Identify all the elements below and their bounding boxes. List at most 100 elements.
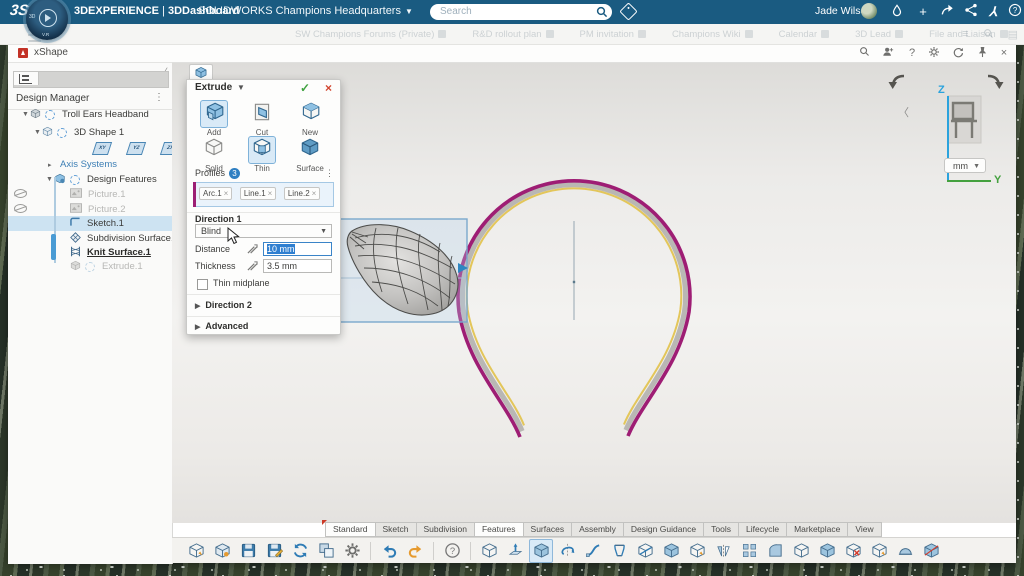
chip-close-icon[interactable]: × bbox=[268, 189, 273, 198]
delete-face-icon[interactable] bbox=[841, 539, 865, 563]
draft-icon[interactable] bbox=[789, 539, 813, 563]
undo-icon[interactable] bbox=[377, 539, 401, 563]
triad-y-axis[interactable] bbox=[947, 180, 991, 182]
thin-midplane-checkbox[interactable] bbox=[197, 279, 208, 290]
confirm-button[interactable]: ✓ bbox=[300, 81, 310, 95]
dashboard-tab[interactable]: PM invitation bbox=[580, 29, 646, 40]
profile-chip[interactable]: Line.1× bbox=[240, 187, 276, 200]
advanced-section[interactable]: ▶Advanced bbox=[195, 321, 248, 331]
expander-icon[interactable]: ▼ bbox=[22, 111, 30, 118]
measure-icon[interactable] bbox=[247, 243, 258, 254]
refresh-icon[interactable] bbox=[950, 46, 966, 60]
surface-cube-icon[interactable] bbox=[659, 539, 683, 563]
tree-item-3dshape[interactable]: ▼ 3D Shape 1 bbox=[8, 125, 198, 140]
share-icon[interactable] bbox=[184, 539, 208, 563]
mirror-icon[interactable] bbox=[711, 539, 735, 563]
tab-lifecycle[interactable]: Lifecycle bbox=[739, 522, 787, 537]
export-icon[interactable] bbox=[210, 539, 234, 563]
expander-icon[interactable]: ▼ bbox=[34, 129, 42, 136]
offset-surface-icon[interactable] bbox=[685, 539, 709, 563]
loft-icon[interactable] bbox=[607, 539, 631, 563]
save-as-icon[interactable] bbox=[262, 539, 286, 563]
rotate-left-icon[interactable] bbox=[886, 72, 908, 92]
dome-icon[interactable] bbox=[893, 539, 917, 563]
share-user-icon[interactable] bbox=[880, 46, 896, 60]
global-search-input[interactable]: Search bbox=[430, 4, 612, 20]
dashboard-selector[interactable]: SOLIDWORKS Champions Headquarters▼ bbox=[198, 5, 413, 17]
revolve-icon[interactable] bbox=[555, 539, 579, 563]
tab-view[interactable]: View bbox=[848, 522, 881, 537]
extrude-from-sketch-icon[interactable] bbox=[503, 539, 527, 563]
collaborate-icon[interactable] bbox=[962, 3, 980, 21]
mode-new-button[interactable]: New bbox=[289, 100, 331, 137]
view-panel-collapse-icon[interactable]: 〈 bbox=[898, 104, 909, 120]
mode-cut-button[interactable]: Cut bbox=[241, 100, 283, 137]
search-icon[interactable] bbox=[596, 6, 608, 18]
redo-icon[interactable] bbox=[403, 539, 427, 563]
mode-add-button[interactable]: Add bbox=[193, 100, 235, 137]
settings-gear-icon[interactable] bbox=[926, 46, 942, 60]
refresh-icon[interactable] bbox=[288, 539, 312, 563]
sweep-icon[interactable] bbox=[581, 539, 605, 563]
shell-icon[interactable] bbox=[815, 539, 839, 563]
3dexperience-compass[interactable]: 3D V.R bbox=[26, 0, 68, 40]
cancel-button[interactable]: × bbox=[325, 81, 332, 95]
dashboard-tab[interactable]: Calendar bbox=[779, 29, 830, 40]
tab-sketch[interactable]: Sketch bbox=[376, 522, 417, 537]
close-icon[interactable]: × bbox=[996, 46, 1012, 60]
add-content-icon[interactable]: + bbox=[914, 3, 932, 21]
expander-icon[interactable]: ▸ bbox=[48, 161, 56, 169]
plane-xy-icon[interactable]: XY bbox=[92, 142, 112, 155]
tab-subdivision[interactable]: Subdivision bbox=[417, 522, 475, 537]
tree-item-root[interactable]: ▼ Troll Ears Headband bbox=[8, 107, 186, 122]
tag-icon[interactable] bbox=[619, 2, 637, 20]
user-avatar[interactable] bbox=[861, 3, 877, 19]
window-help-icon[interactable]: ? bbox=[904, 46, 920, 60]
tab-features[interactable]: Features bbox=[475, 522, 524, 537]
direction2-section[interactable]: ▶Direction 2 bbox=[195, 300, 252, 310]
tab-tools[interactable]: Tools bbox=[704, 522, 739, 537]
move-face-icon[interactable] bbox=[867, 539, 891, 563]
panel-menu-icon[interactable]: ⋮ bbox=[154, 92, 164, 103]
thicken-icon[interactable] bbox=[633, 539, 657, 563]
compass-play-icon[interactable] bbox=[39, 9, 57, 27]
rollback-bar-handle[interactable] bbox=[51, 234, 56, 260]
replace-icon[interactable] bbox=[314, 539, 338, 563]
profiles-selection-box[interactable]: Arc.1× Line.1× Line.2× bbox=[193, 182, 334, 207]
end-condition-dropdown[interactable]: Blind▼ bbox=[195, 224, 332, 238]
search-small-icon[interactable] bbox=[983, 28, 994, 42]
pin-icon[interactable] bbox=[974, 46, 990, 60]
fillet-icon[interactable] bbox=[763, 539, 787, 563]
tab-assembly[interactable]: Assembly bbox=[572, 522, 624, 537]
options-icon[interactable] bbox=[340, 539, 364, 563]
tab-marketplace[interactable]: Marketplace bbox=[787, 522, 848, 537]
tree-tab[interactable] bbox=[14, 72, 39, 85]
rotate-right-icon[interactable] bbox=[984, 72, 1006, 92]
dashboard-tab[interactable]: SW Champions Forums (Private) bbox=[295, 29, 446, 40]
profile-chip[interactable]: Arc.1× bbox=[199, 187, 232, 200]
profile-chip[interactable]: Line.2× bbox=[284, 187, 320, 200]
dashboard-tab[interactable]: Champions Wiki bbox=[672, 29, 753, 40]
plane-yz-icon[interactable]: YZ bbox=[126, 142, 146, 155]
share-icon[interactable] bbox=[938, 3, 956, 21]
3ds-apps-icon[interactable]: ⅄ bbox=[984, 3, 1002, 21]
split-icon[interactable] bbox=[919, 539, 943, 563]
chip-close-icon[interactable]: × bbox=[224, 189, 229, 198]
help-icon[interactable]: ? bbox=[440, 539, 464, 563]
distance-input[interactable]: 10 mm bbox=[263, 242, 332, 256]
units-dropdown[interactable]: mm▼ bbox=[944, 158, 986, 173]
tab-surfaces[interactable]: Surfaces bbox=[524, 522, 573, 537]
expander-icon[interactable]: ▼ bbox=[46, 176, 54, 183]
dashboard-tab[interactable]: R&D rollout plan bbox=[472, 29, 553, 40]
tab-design-guidance[interactable]: Design Guidance bbox=[624, 522, 704, 537]
tab-standard[interactable]: Standard bbox=[325, 522, 376, 537]
dashboard-tab[interactable]: 3D Lead bbox=[855, 29, 903, 40]
window-search-icon[interactable] bbox=[856, 46, 872, 60]
chip-close-icon[interactable]: × bbox=[312, 189, 317, 198]
help-icon[interactable]: ? bbox=[1006, 3, 1024, 21]
dialog-title-caret-icon[interactable]: ▼ bbox=[237, 83, 245, 92]
thickness-input[interactable]: 3.5 mm bbox=[263, 259, 332, 273]
save-icon[interactable] bbox=[236, 539, 260, 563]
profiles-menu-icon[interactable]: ⋮ bbox=[325, 168, 334, 179]
measure-icon[interactable] bbox=[247, 260, 258, 271]
